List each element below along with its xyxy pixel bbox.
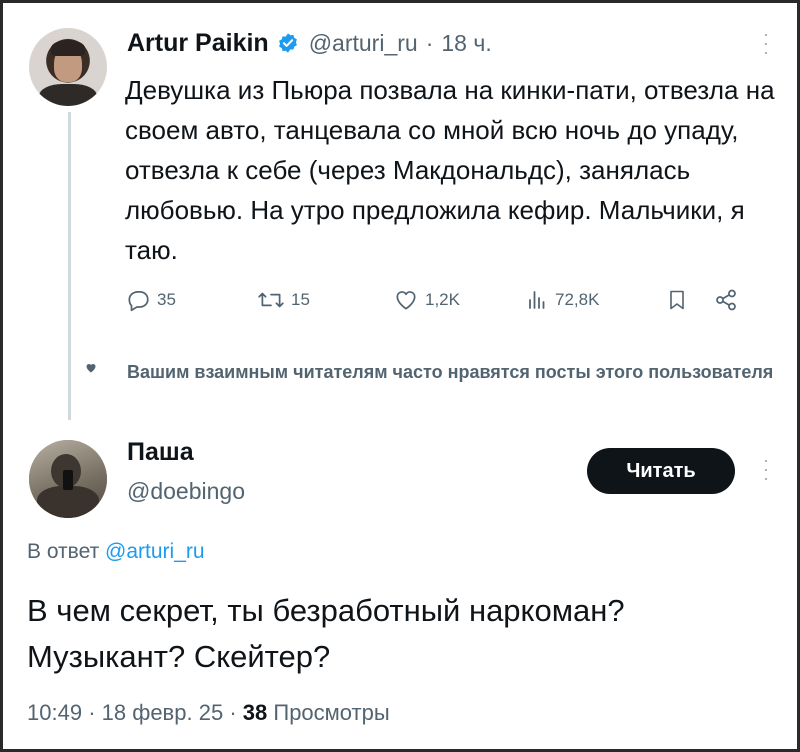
author-handle[interactable]: @arturi_ru xyxy=(309,30,418,57)
tweet-text: Девушка из Пьюра позвала на кинки-пати, … xyxy=(125,75,775,265)
more-icon[interactable]: · · · xyxy=(763,25,769,61)
reply-author-handle[interactable]: @doebingo xyxy=(127,478,245,505)
heart-icon xyxy=(86,363,96,373)
author-display-name[interactable]: Artur Paikin xyxy=(127,29,269,58)
retweet-count: 15 xyxy=(291,290,310,309)
views-count: 72,8K xyxy=(555,290,600,309)
reply-date[interactable]: 18 февр. 25 xyxy=(102,700,224,725)
reply-meta: 10:49 · 18 февр. 25 · 38 Просмотры xyxy=(27,700,390,726)
screenshot-frame: Artur Paikin @arturi_ru · 18 ч. · · · Деву… xyxy=(0,0,800,752)
in-reply-to: В ответ @arturi_ru xyxy=(27,540,205,564)
meta-separator: · xyxy=(229,700,243,725)
share-icon xyxy=(716,289,736,311)
avatar-pasha[interactable] xyxy=(29,440,107,518)
meta-separator: · xyxy=(425,29,434,56)
reply-text: В чем секрет, ты безработный наркоман? М… xyxy=(27,593,625,674)
in-reply-prefix: В ответ xyxy=(27,540,100,563)
tweet-time[interactable]: 18 ч. xyxy=(441,30,491,57)
tweet-header: Artur Paikin @arturi_ru · 18 ч. xyxy=(127,26,492,60)
bookmark-button[interactable] xyxy=(665,287,695,313)
reply-button[interactable]: 35 xyxy=(125,287,176,313)
reply-views-count: 38 xyxy=(242,700,268,725)
reply-icon xyxy=(128,291,149,312)
reply-views-label: Просмотры xyxy=(273,700,390,725)
views-icon xyxy=(529,291,545,309)
more-icon[interactable]: · · · xyxy=(763,451,769,487)
like-count: 1,2K xyxy=(425,290,460,309)
reply-time[interactable]: 10:49 xyxy=(27,700,82,725)
follow-button[interactable]: Читать xyxy=(587,448,735,494)
tweet-actions: 35 15 1,2K 72,8K xyxy=(125,282,755,318)
social-context-text: Вашим взаимным читателям часто нравятся … xyxy=(127,362,774,382)
share-button[interactable] xyxy=(713,287,745,313)
like-button[interactable]: 1,2K xyxy=(393,287,460,313)
reply-count: 35 xyxy=(157,290,176,309)
avatar-artur[interactable] xyxy=(29,28,107,106)
thread-line xyxy=(68,112,71,420)
like-icon xyxy=(396,291,416,310)
retweet-icon xyxy=(258,292,284,308)
meta-separator: · xyxy=(88,700,102,725)
in-reply-mention[interactable]: @arturi_ru xyxy=(105,540,205,563)
verified-badge-icon xyxy=(277,32,299,54)
retweet-button[interactable]: 15 xyxy=(257,287,310,313)
views-button[interactable]: 72,8K xyxy=(525,287,599,313)
reply-author-display-name[interactable]: Паша xyxy=(127,438,194,467)
bookmark-icon xyxy=(670,290,684,310)
